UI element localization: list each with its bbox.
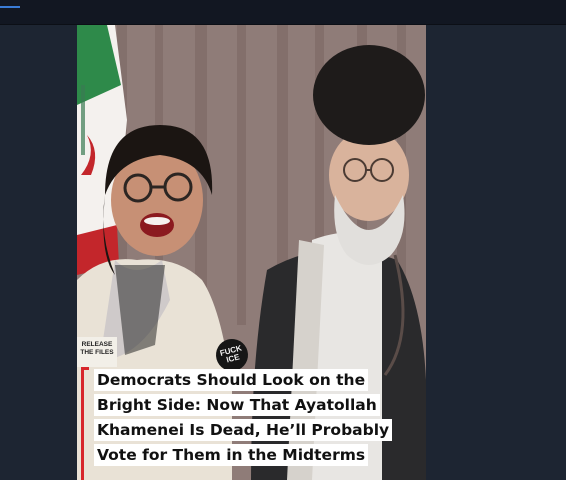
caption-line-1: Democrats Should Look on the: [94, 369, 369, 391]
caption-line-2: Bright Side: Now That Ayatollah: [94, 394, 380, 416]
release-files-text: RELEASE THE FILES: [80, 341, 114, 356]
release-the-files-badge: RELEASE THE FILES: [77, 337, 117, 367]
caption-line-4: Vote for Them in the Midterms: [94, 444, 369, 466]
caption-line-3: Khamenei Is Dead, He’ll Probably: [94, 419, 393, 441]
top-bar: [0, 0, 566, 25]
post-image[interactable]: RELEASE THE FILES FUCK ICE Democrats Sho…: [77, 25, 426, 480]
headline-caption: Democrats Should Look on the Bright Side…: [94, 369, 424, 469]
active-tab-indicator[interactable]: [0, 6, 20, 8]
red-accent-bracket: [81, 367, 89, 480]
